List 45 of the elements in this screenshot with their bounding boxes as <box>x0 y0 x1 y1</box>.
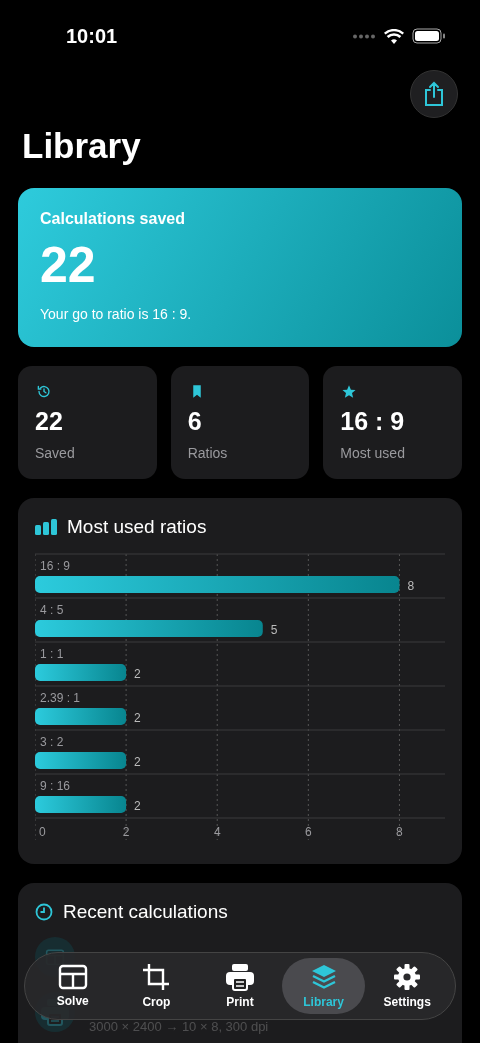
ratio-label: 4 : 5 <box>40 603 64 617</box>
card-label: Calculations saved <box>40 210 186 228</box>
clock: 10:01 <box>66 24 118 48</box>
stat-value: 16 : 9 <box>340 407 405 436</box>
stat-value: 22 <box>35 407 63 436</box>
tab[interactable]: Solve <box>31 958 115 1014</box>
ratio-label: 2.39 : 1 <box>40 691 81 705</box>
bar-value: 2 <box>134 755 141 769</box>
tab[interactable]: Print <box>198 958 282 1014</box>
share-button[interactable] <box>410 70 458 118</box>
bar-value: 2 <box>134 711 141 725</box>
stat-label: Most used <box>340 445 405 461</box>
axis-tick: 0 <box>39 825 46 839</box>
wifi-icon <box>384 28 404 44</box>
axis-tick: 4 <box>213 825 221 839</box>
axis-tick: 8 <box>396 825 403 839</box>
ratio-label: 1 : 1 <box>40 647 64 661</box>
card-title: Most used ratios <box>67 516 207 538</box>
bar-chart-icon <box>35 519 57 535</box>
ratio-label: 3 : 2 <box>40 735 64 749</box>
signal-icon <box>352 33 376 39</box>
stat-label: Ratios <box>187 445 228 461</box>
card-caption: Your go to ratio is 16 : 9. <box>40 306 193 322</box>
page-title: Library <box>22 126 142 166</box>
stat-label: Saved <box>35 445 75 461</box>
card-title: Recent calculations <box>63 901 228 923</box>
tab[interactable]: Crop <box>114 958 199 1014</box>
axis-tick: 6 <box>305 825 312 839</box>
bar-value: 2 <box>134 799 141 813</box>
bar-value: 2 <box>134 667 141 681</box>
tab[interactable]: Library <box>281 958 366 1014</box>
stat-value: 6 <box>187 407 202 436</box>
clock-icon <box>35 903 53 921</box>
battery-icon <box>412 28 446 44</box>
history-icon <box>35 384 53 399</box>
share-icon <box>423 81 445 107</box>
tab[interactable]: Settings <box>365 958 449 1014</box>
saved-count: 22 <box>40 236 96 294</box>
bar-value: 5 <box>270 623 278 637</box>
ratio-label: 9 : 16 <box>40 779 71 793</box>
crop-icon <box>142 963 171 991</box>
settings-icon <box>393 963 422 991</box>
axis-tick: 2 <box>122 825 130 839</box>
ratio-label: 16 : 9 <box>40 559 71 573</box>
bar-value: 8 <box>407 579 415 593</box>
